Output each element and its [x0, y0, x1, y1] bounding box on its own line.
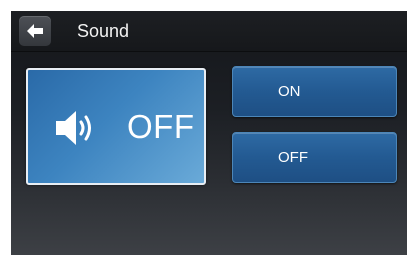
sound-status-panel: OFF — [26, 68, 206, 185]
sound-status-value: OFF — [127, 108, 195, 145]
back-button[interactable] — [19, 16, 51, 46]
top-bar: Sound — [11, 11, 407, 52]
sound-settings-screen: Sound OFF ON OFF — [11, 11, 407, 255]
sound-off-button[interactable]: OFF — [232, 132, 397, 183]
page-title: Sound — [77, 21, 130, 41]
sound-on-button[interactable]: ON — [232, 66, 397, 117]
back-arrow-icon — [27, 24, 43, 38]
speaker-volume-icon — [56, 111, 91, 145]
